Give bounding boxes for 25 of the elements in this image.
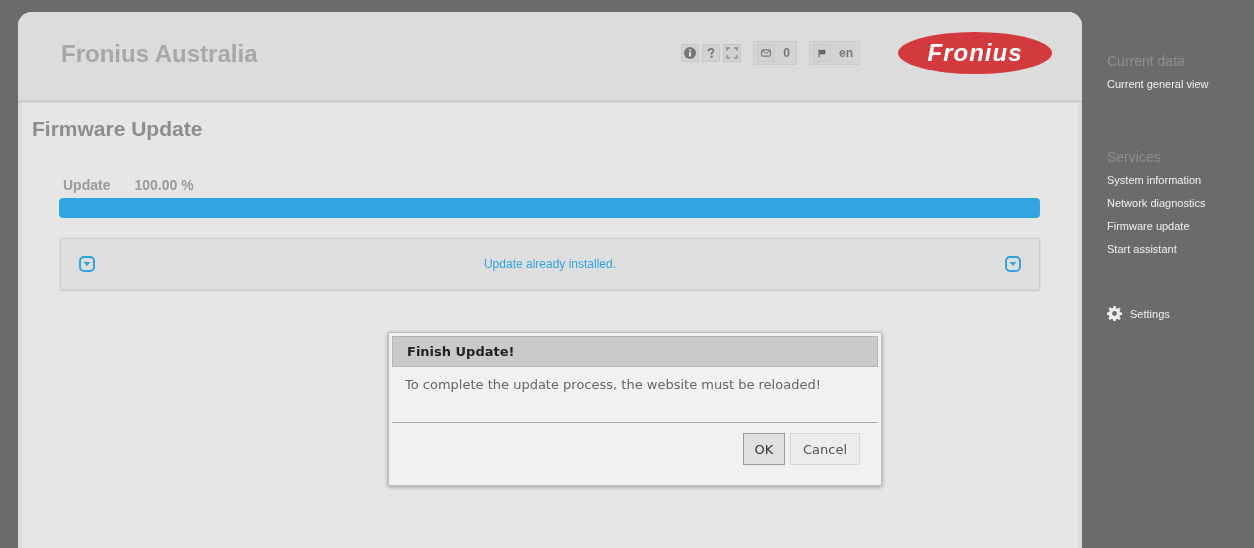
ok-button[interactable]: OK [743, 433, 785, 465]
progress-label: Update [63, 177, 111, 193]
page-title: Firmware Update [32, 117, 204, 141]
flag-icon[interactable] [813, 44, 831, 62]
dialog-title: Finish Update! [392, 336, 878, 367]
language-selector[interactable]: en [839, 46, 853, 60]
fullscreen-icon[interactable] [723, 44, 742, 62]
status-message: Update already installed. [483, 257, 617, 271]
brand-logo: Fronius [898, 32, 1052, 74]
expand-icon[interactable] [1005, 256, 1021, 272]
settings-link[interactable]: Settings [1130, 307, 1170, 320]
mail-icon[interactable] [757, 44, 776, 62]
help-icon[interactable] [702, 44, 721, 62]
sidebar-link[interactable]: Network diagnostics [1107, 197, 1254, 209]
dialog-message: To complete the update process, the website must be reloaded! [392, 367, 878, 423]
cancel-button[interactable]: Cancel [790, 433, 860, 465]
expand-icon[interactable] [79, 256, 95, 272]
sidebar-link[interactable]: Firmware update [1107, 220, 1254, 232]
sidebar-link[interactable]: Current general view [1107, 78, 1254, 90]
progress-value: 100.00 % [134, 177, 194, 193]
settings-icon[interactable] [1107, 306, 1122, 321]
info-icon[interactable] [681, 44, 700, 62]
sidebar-link[interactable]: System information [1107, 174, 1254, 186]
message-count: 0 [783, 46, 790, 60]
sidebar-link[interactable]: Start assistant [1107, 243, 1254, 255]
